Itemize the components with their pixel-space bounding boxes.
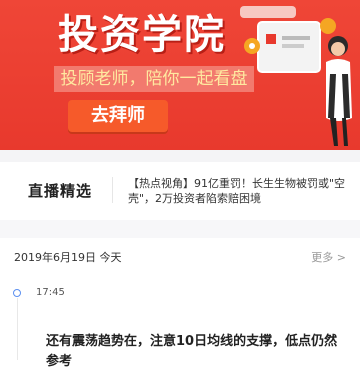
live-picks-row[interactable]: 直播精选 【热点视角】91亿重罚！长生生物被罚或"空壳"，2万投资者陷索赔困境 bbox=[0, 162, 360, 220]
date-label: 2019年6月19日 今天 bbox=[14, 251, 122, 264]
banner-title: 投资学院 bbox=[58, 12, 226, 58]
teacher-illustration-icon bbox=[240, 6, 352, 146]
section-divider bbox=[0, 150, 360, 162]
timeline-dot-icon bbox=[13, 289, 21, 297]
timeline-post-text[interactable]: 还有震荡趋势在，注意10日均线的支撑，低点仍然参考 bbox=[46, 332, 346, 372]
live-picks-label: 直播精选 bbox=[28, 182, 93, 200]
section-divider bbox=[0, 220, 360, 238]
live-news-headline[interactable]: 【热点视角】91亿重罚！长生生物被罚或"空壳"，2万投资者陷索赔困境 bbox=[128, 176, 350, 206]
promo-banner[interactable]: 投资学院 投顾老师，陪你一起看盘 去拜师 bbox=[0, 0, 360, 150]
timeline-feed: 17:45 还有震荡趋势在，注意10日均线的支撑，低点仍然参考 bbox=[0, 274, 360, 369]
date-header: 2019年6月19日 今天 更多 > bbox=[0, 238, 360, 274]
become-student-button[interactable]: 去拜师 bbox=[68, 100, 168, 132]
banner-subtitle: 投顾老师，陪你一起看盘 bbox=[54, 66, 254, 92]
timeline-line bbox=[17, 298, 18, 360]
more-link[interactable]: 更多 > bbox=[311, 249, 346, 265]
timeline-time: 17:45 bbox=[36, 287, 65, 298]
vertical-divider bbox=[112, 177, 113, 203]
